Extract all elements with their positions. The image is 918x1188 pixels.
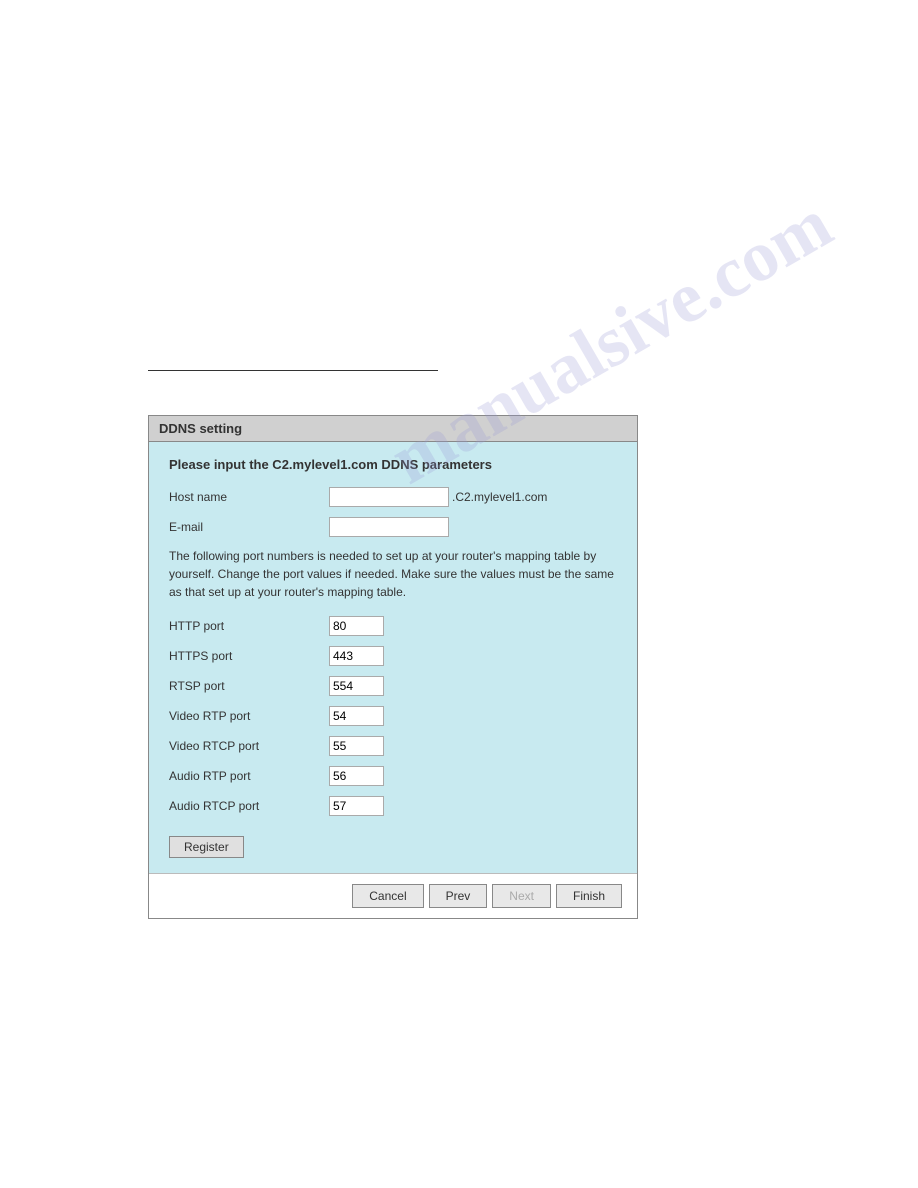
ddns-setting-dialog: DDNS setting Please input the C2.mylevel… [148,415,638,919]
host-name-row: Host name .C2.mylevel1.com [169,487,617,507]
host-name-suffix: .C2.mylevel1.com [452,490,547,504]
register-button[interactable]: Register [169,836,244,858]
port-input-0[interactable] [329,616,384,636]
port-label-4: Video RTCP port [169,739,329,753]
port-input-6[interactable] [329,796,384,816]
horizontal-divider [148,370,438,371]
port-label-2: RTSP port [169,679,329,693]
finish-button[interactable]: Finish [556,884,622,908]
port-row-4: Video RTCP port [169,736,617,756]
description-text: The following port numbers is needed to … [169,547,617,601]
port-label-6: Audio RTCP port [169,799,329,813]
port-label-0: HTTP port [169,619,329,633]
dialog-header-text: Please input the C2.mylevel1.com DDNS pa… [169,457,617,472]
port-row-2: RTSP port [169,676,617,696]
host-name-input[interactable] [329,487,449,507]
prev-button[interactable]: Prev [429,884,488,908]
host-name-label: Host name [169,490,329,504]
port-input-1[interactable] [329,646,384,666]
email-input[interactable] [329,517,449,537]
port-rows-container: HTTP port HTTPS port RTSP port Video RTP po… [169,616,617,816]
cancel-button[interactable]: Cancel [352,884,423,908]
dialog-title: DDNS setting [149,416,637,442]
port-label-3: Video RTP port [169,709,329,723]
port-row-0: HTTP port [169,616,617,636]
port-input-5[interactable] [329,766,384,786]
port-label-1: HTTPS port [169,649,329,663]
port-input-4[interactable] [329,736,384,756]
port-row-3: Video RTP port [169,706,617,726]
port-row-1: HTTPS port [169,646,617,666]
dialog-content: Please input the C2.mylevel1.com DDNS pa… [149,442,637,873]
port-input-3[interactable] [329,706,384,726]
port-input-2[interactable] [329,676,384,696]
email-label: E-mail [169,520,329,534]
port-row-6: Audio RTCP port [169,796,617,816]
port-row-5: Audio RTP port [169,766,617,786]
next-button[interactable]: Next [492,884,551,908]
email-row: E-mail [169,517,617,537]
port-label-5: Audio RTP port [169,769,329,783]
dialog-footer: Cancel Prev Next Finish [149,873,637,918]
